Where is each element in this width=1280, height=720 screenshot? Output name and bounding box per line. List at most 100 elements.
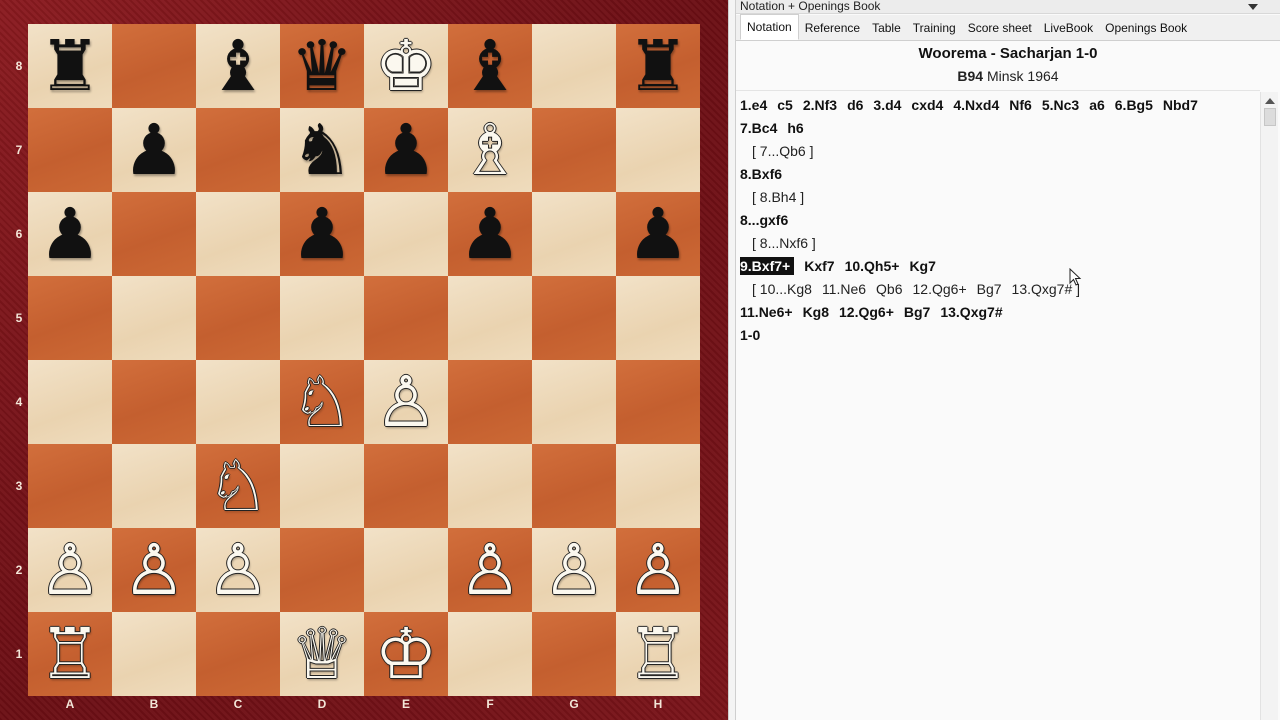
variation[interactable]: [ 7...Qb6 ]: [752, 143, 813, 159]
black-pawn-piece[interactable]: ♟: [459, 199, 522, 269]
square-g6[interactable]: [532, 192, 616, 276]
square-c4[interactable]: [196, 360, 280, 444]
square-e2[interactable]: [364, 528, 448, 612]
move[interactable]: c5: [777, 97, 793, 113]
scroll-up-icon[interactable]: [1265, 98, 1275, 104]
square-d4[interactable]: ♘: [280, 360, 364, 444]
square-e6[interactable]: [364, 192, 448, 276]
tab-table[interactable]: Table: [866, 16, 907, 40]
black-pawn-piece[interactable]: ♟: [39, 199, 102, 269]
square-g1[interactable]: [532, 612, 616, 696]
variation[interactable]: [ 8.Bh4 ]: [752, 189, 804, 205]
square-h8[interactable]: ♜: [616, 24, 700, 108]
square-e8[interactable]: ♚: [364, 24, 448, 108]
square-f5[interactable]: [448, 276, 532, 360]
white-queen-piece[interactable]: ♕: [291, 619, 354, 689]
square-f2[interactable]: ♙: [448, 528, 532, 612]
square-g2[interactable]: ♙: [532, 528, 616, 612]
white-pawn-piece[interactable]: ♙: [375, 367, 438, 437]
white-knight-piece[interactable]: ♘: [207, 451, 270, 521]
square-c1[interactable]: [196, 612, 280, 696]
tab-reference[interactable]: Reference: [799, 16, 866, 40]
black-rook-piece[interactable]: ♜: [627, 31, 690, 101]
square-b8[interactable]: [112, 24, 196, 108]
square-g8[interactable]: [532, 24, 616, 108]
square-h5[interactable]: [616, 276, 700, 360]
variation[interactable]: [ 8...Nxf6 ]: [752, 235, 816, 251]
square-d6[interactable]: ♟: [280, 192, 364, 276]
move[interactable]: cxd4: [911, 97, 943, 113]
square-f3[interactable]: [448, 444, 532, 528]
square-a5[interactable]: [28, 276, 112, 360]
scroll-thumb[interactable]: [1264, 108, 1276, 126]
square-f7[interactable]: ♗: [448, 108, 532, 192]
square-a7[interactable]: [28, 108, 112, 192]
white-pawn-piece[interactable]: ♙: [459, 535, 522, 605]
square-e4[interactable]: ♙: [364, 360, 448, 444]
square-c6[interactable]: [196, 192, 280, 276]
move[interactable]: 7.Bc4: [740, 120, 777, 136]
square-g3[interactable]: [532, 444, 616, 528]
chess-board[interactable]: ♜ ♝ ♛ ♚ ♝ ♜ ♟ ♞ ♟ ♗ ♟ ♟ ♟ ♟ ♘ ♙ ♘ ♙ ♙ ♙ ♙ ♙ ♙ ♖ ♕ ♔ ♖: [28, 24, 700, 696]
white-rook-piece[interactable]: ♖: [39, 619, 102, 689]
move[interactable]: h6: [787, 120, 803, 136]
square-d7[interactable]: ♞: [280, 108, 364, 192]
variation[interactable]: Qb6: [876, 281, 902, 297]
square-g5[interactable]: [532, 276, 616, 360]
square-b5[interactable]: [112, 276, 196, 360]
black-pawn-piece[interactable]: ♟: [375, 115, 438, 185]
move[interactable]: 5.Nc3: [1042, 97, 1079, 113]
variation[interactable]: 11.Ne6: [822, 281, 866, 297]
square-c7[interactable]: [196, 108, 280, 192]
move[interactable]: Kg8: [803, 304, 829, 320]
white-rook-piece[interactable]: ♖: [627, 619, 690, 689]
square-h4[interactable]: [616, 360, 700, 444]
square-f6[interactable]: ♟: [448, 192, 532, 276]
tab-notation[interactable]: Notation: [740, 14, 799, 40]
square-e1[interactable]: ♔: [364, 612, 448, 696]
square-d8[interactable]: ♛: [280, 24, 364, 108]
square-e5[interactable]: [364, 276, 448, 360]
square-b1[interactable]: [112, 612, 196, 696]
white-pawn-piece[interactable]: ♙: [123, 535, 186, 605]
white-king-piece[interactable]: ♔: [375, 619, 438, 689]
white-pawn-piece[interactable]: ♙: [207, 535, 270, 605]
black-pawn-piece[interactable]: ♟: [627, 199, 690, 269]
white-bishop-piece[interactable]: ♗: [459, 115, 522, 185]
black-bishop-piece[interactable]: ♝: [207, 31, 270, 101]
square-g4[interactable]: [532, 360, 616, 444]
square-b3[interactable]: [112, 444, 196, 528]
square-f1[interactable]: [448, 612, 532, 696]
move[interactable]: 11.Ne6+: [740, 304, 793, 320]
square-d3[interactable]: [280, 444, 364, 528]
tab-openings-book[interactable]: Openings Book: [1099, 16, 1193, 40]
square-a8[interactable]: ♜: [28, 24, 112, 108]
move[interactable]: Nbd7: [1163, 97, 1198, 113]
square-g7[interactable]: [532, 108, 616, 192]
white-king-piece[interactable]: ♚: [375, 31, 438, 101]
current-move[interactable]: 9.Bxf7+: [740, 257, 795, 275]
dropdown-triangle-icon[interactable]: [1248, 4, 1258, 10]
square-e3[interactable]: [364, 444, 448, 528]
variation[interactable]: [ 10...Kg8: [752, 281, 812, 297]
square-b7[interactable]: ♟: [112, 108, 196, 192]
move[interactable]: 8.Bxf6: [740, 166, 782, 182]
tab-livebook[interactable]: LiveBook: [1038, 16, 1099, 40]
square-h6[interactable]: ♟: [616, 192, 700, 276]
move[interactable]: d6: [847, 97, 863, 113]
move[interactable]: 10.Qh5+: [845, 258, 900, 274]
square-c3[interactable]: ♘: [196, 444, 280, 528]
white-knight-piece[interactable]: ♘: [291, 367, 354, 437]
move[interactable]: 12.Qg6+: [839, 304, 894, 320]
square-a3[interactable]: [28, 444, 112, 528]
square-a2[interactable]: ♙: [28, 528, 112, 612]
square-b4[interactable]: [112, 360, 196, 444]
square-f4[interactable]: [448, 360, 532, 444]
square-d5[interactable]: [280, 276, 364, 360]
move[interactable]: 3.d4: [873, 97, 901, 113]
square-c2[interactable]: ♙: [196, 528, 280, 612]
white-pawn-piece[interactable]: ♙: [627, 535, 690, 605]
variation[interactable]: 12.Qg6+: [913, 281, 967, 297]
tab-score-sheet[interactable]: Score sheet: [962, 16, 1038, 40]
square-a4[interactable]: [28, 360, 112, 444]
